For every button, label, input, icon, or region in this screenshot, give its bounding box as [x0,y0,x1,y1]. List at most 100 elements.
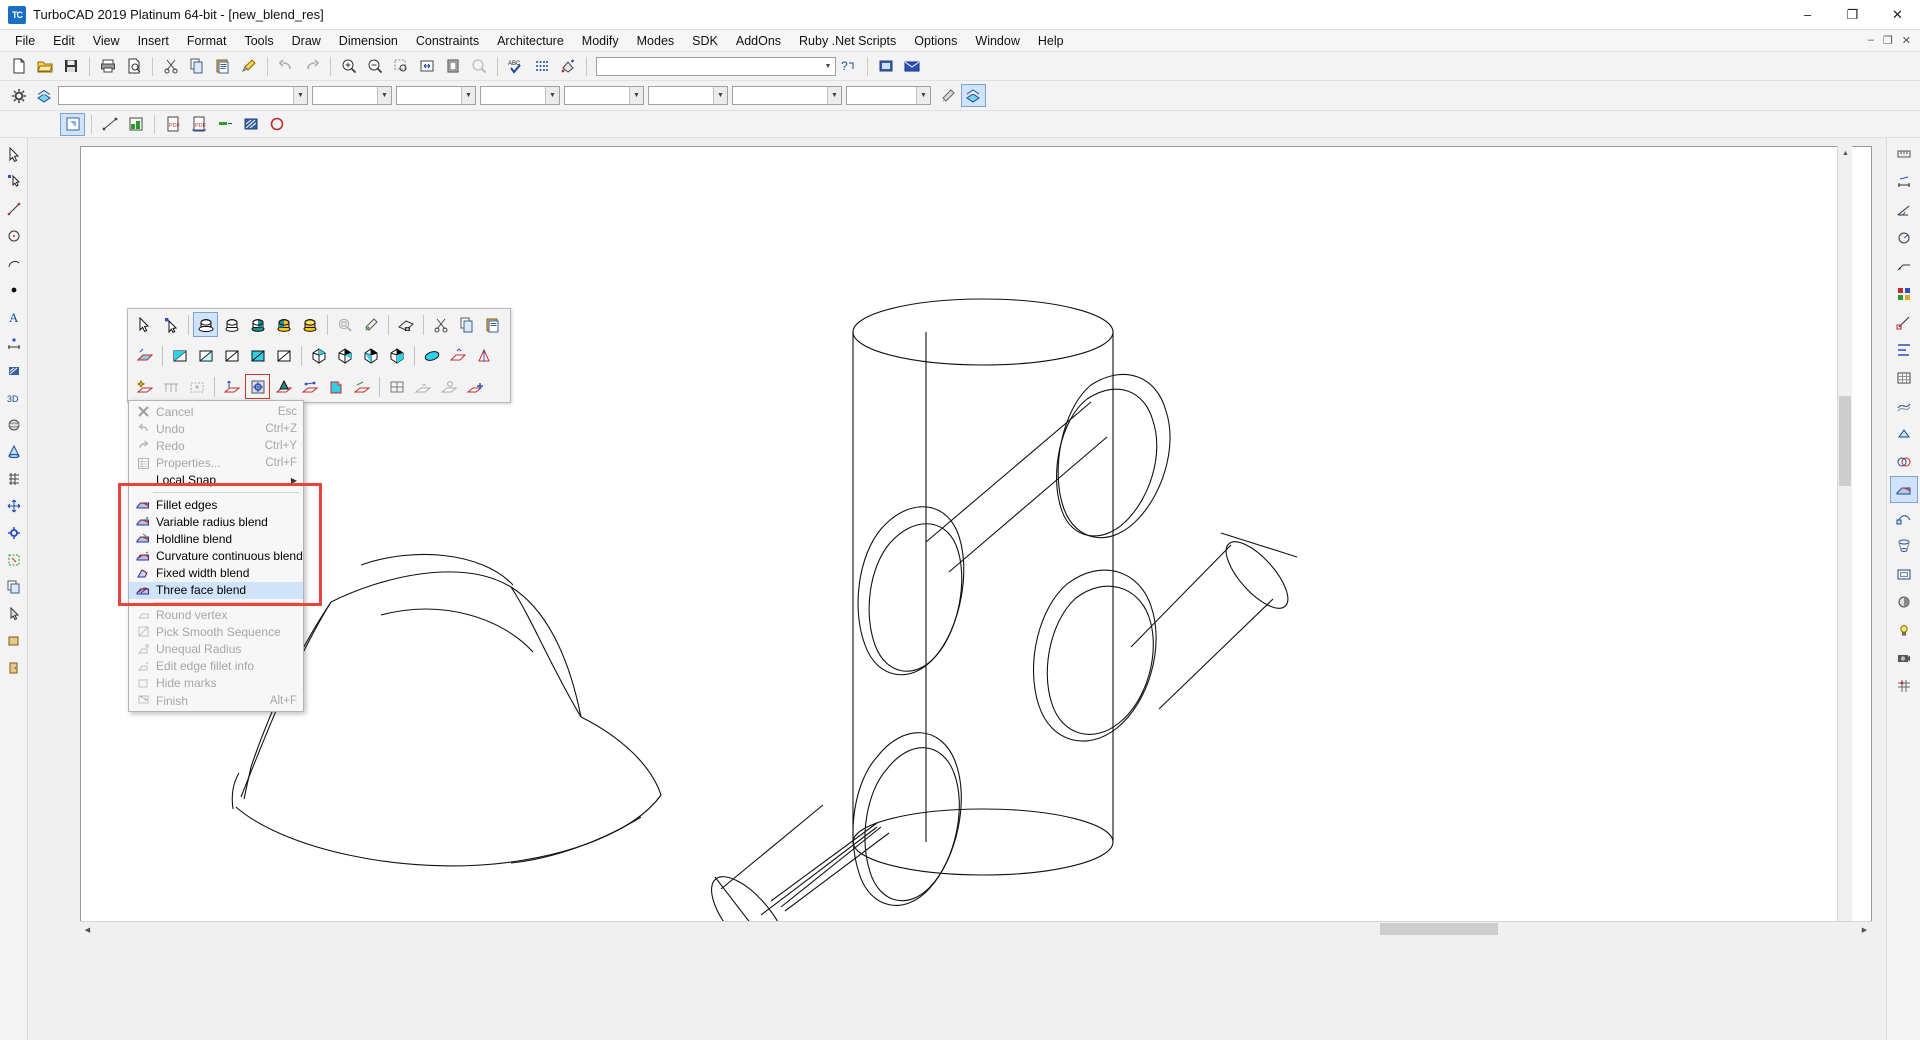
sweep-icon[interactable] [1890,504,1918,531]
chevron-down-icon[interactable]: ▼ [377,87,391,104]
copy-icon[interactable] [184,55,209,78]
menu-item-undo[interactable]: Undo Ctrl+Z [129,420,303,437]
zoom-out-icon[interactable] [362,55,387,78]
doc-restore-button[interactable]: ❐ [1880,34,1896,47]
mesh-grid-icon[interactable] [158,374,183,399]
plane-face-icon[interactable] [410,374,435,399]
vertical-scroll-thumb[interactable] [1839,396,1851,486]
shade-wire-icon[interactable] [219,312,244,337]
zoom-page-icon[interactable] [440,55,465,78]
menu-item-hide-marks[interactable]: Hide marks [129,675,303,692]
arc-tool-icon[interactable] [2,250,26,276]
minimize-button[interactable]: – [1785,0,1830,30]
zoom-previous-icon[interactable] [466,55,491,78]
fit-plane-icon[interactable] [184,374,209,399]
cone-red-icon[interactable] [471,343,496,368]
circle-tool-icon[interactable] [2,223,26,249]
chevron-down-icon[interactable]: ▼ [545,87,559,104]
zoom-glass-icon[interactable] [332,312,357,337]
menu-addons[interactable]: AddOns [727,32,790,50]
gear-icon[interactable] [6,84,31,107]
close-button[interactable]: ✕ [1875,0,1920,30]
pen-combo[interactable]: ▼ [564,86,644,105]
cone-tool-icon[interactable] [2,439,26,465]
workplane-icon[interactable] [132,343,157,368]
paste-clipboard-icon[interactable] [210,55,235,78]
text-tool-icon[interactable]: A [2,304,26,330]
plane-align-icon[interactable] [349,374,374,399]
new-file-icon[interactable] [6,55,31,78]
scroll-right-arrow-icon[interactable]: ▶ [1857,922,1872,937]
cut-scissors-icon[interactable] [428,312,453,337]
view-left-icon[interactable] [219,343,244,368]
pointer-tool-icon[interactable] [2,601,26,627]
menu-modify[interactable]: Modify [573,32,628,50]
select-mode-icon[interactable] [60,112,85,136]
print-icon[interactable] [95,55,120,78]
surface-icon[interactable] [1890,392,1918,419]
cut-scissors-icon[interactable] [158,55,183,78]
linewidth-combo[interactable]: ▼ [480,86,560,105]
render-tool-icon[interactable] [1890,588,1918,615]
style-combo[interactable]: ▼ [846,86,931,105]
zoom-window-icon[interactable] [388,55,413,78]
shade-gold-icon[interactable] [271,312,296,337]
menu-item-cancel[interactable]: Cancel Esc [129,403,303,420]
plane-move-icon[interactable] [445,343,470,368]
search-input[interactable]: ▼ [596,56,836,76]
3d-tool-icon[interactable]: 3D [2,385,26,411]
canvas-horizontal-scrollbar[interactable]: ◀ ▶ [80,921,1872,936]
line-tool-icon[interactable] [2,196,26,222]
shade-half-icon[interactable] [245,312,270,337]
plane-add-icon[interactable] [462,374,487,399]
menu-item-fixed-width-blend[interactable]: Fixed width blend [129,565,303,582]
menu-constraints[interactable]: Constraints [407,32,488,50]
menu-item-properties[interactable]: Properties... Ctrl+F [129,455,303,472]
gear-tool-icon[interactable] [2,520,26,546]
scroll-left-arrow-icon[interactable]: ◀ [80,922,95,937]
zoom-in-icon[interactable] [336,55,361,78]
view-back-icon[interactable] [271,343,296,368]
spell-check-icon[interactable]: ABC [503,55,528,78]
dimension-tool-icon[interactable] [2,331,26,357]
table-icon[interactable] [1890,364,1918,391]
cube-open-icon[interactable] [323,374,348,399]
light-icon[interactable] [1890,616,1918,643]
block-tool-icon[interactable] [2,628,26,654]
chevron-down-icon[interactable]: ▼ [461,87,475,104]
circle-red-icon[interactable] [264,113,289,136]
paste-clipboard-icon[interactable] [480,312,505,337]
pencil-icon[interactable] [935,84,960,107]
save-disk-icon[interactable] [58,55,83,78]
menu-architecture[interactable]: Architecture [488,32,573,50]
menu-item-local-snap[interactable]: Local Snap ▶ [129,472,303,489]
print-preview-icon[interactable] [121,55,146,78]
redo-arrow-icon[interactable] [299,55,324,78]
menu-sdk[interactable]: SDK [683,32,727,50]
menu-item-pick-smooth-sequence[interactable]: Pick Smooth Sequence [129,623,303,640]
chevron-down-icon[interactable]: ▼ [916,87,930,104]
center-target-icon[interactable] [245,374,270,399]
boolean-icon[interactable] [1890,448,1918,475]
node-plane-icon[interactable] [297,374,322,399]
doc-close-button[interactable]: ✕ [1899,34,1914,47]
menu-help[interactable]: Help [1029,32,1073,50]
menu-item-holdline-blend[interactable]: Holdline blend [129,530,303,547]
color-combo[interactable]: ▼ [312,86,392,105]
help-question-icon[interactable]: ? [836,55,861,78]
drawing-canvas[interactable] [80,146,1872,936]
grid-tool-icon[interactable] [2,466,26,492]
canvas-vertical-scrollbar[interactable]: ▲ ▼ [1837,146,1852,936]
palette-icon[interactable] [1890,280,1918,307]
axis-plane-icon[interactable] [219,374,244,399]
open-folder-icon[interactable] [32,55,57,78]
menu-insert[interactable]: Insert [129,32,178,50]
menu-item-redo[interactable]: Redo Ctrl+Y [129,437,303,454]
menu-view[interactable]: View [84,32,129,50]
leader-icon[interactable] [1890,252,1918,279]
menu-format[interactable]: Format [178,32,236,50]
pdf-underlay-icon[interactable]: PDF [186,113,211,136]
select-arrow-icon[interactable] [132,312,157,337]
object-stack-icon[interactable] [961,84,986,107]
menu-options[interactable]: Options [905,32,966,50]
